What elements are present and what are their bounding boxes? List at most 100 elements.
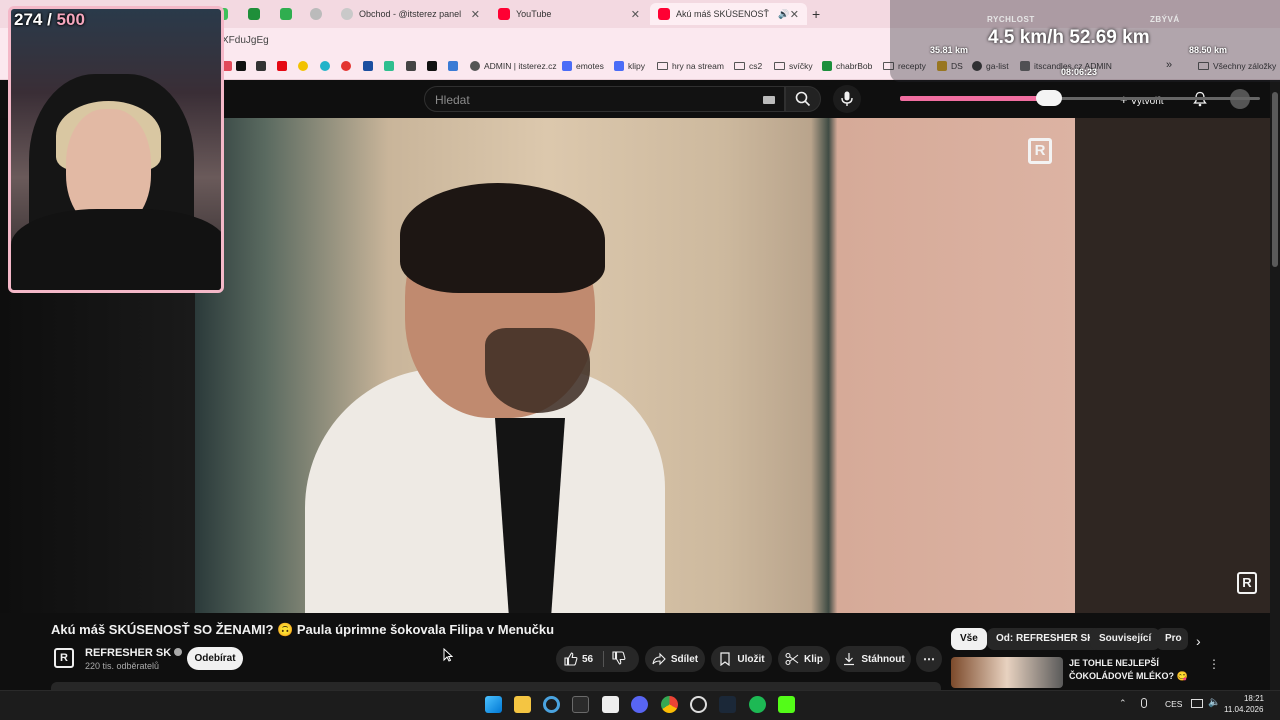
channel-name[interactable]: REFRESHER SK [85,647,183,659]
chip-from-channel[interactable]: Od: REFRESHER SK [987,628,1104,650]
ccleaner-icon[interactable] [543,696,560,713]
chip-related[interactable]: Související [1090,628,1161,650]
search-input[interactable]: Hledat [424,86,785,112]
chevron-right-icon[interactable]: › [1196,633,1201,649]
windows-start-icon[interactable] [485,696,502,713]
kick-icon[interactable] [778,696,795,713]
tray-clock-time[interactable]: 18:21 [1234,694,1264,703]
file-explorer-icon[interactable] [514,696,531,713]
page-scrollbar[interactable] [1270,80,1280,690]
obs-icon[interactable] [690,696,707,713]
voice-search-button[interactable] [833,85,861,113]
download-button[interactable]: Stáhnout [836,646,911,672]
bookmark-klipy[interactable]: klipy [614,61,645,71]
close-icon[interactable]: ✕ [631,8,640,21]
verified-icon [174,648,183,656]
bookmark-emotes[interactable]: emotes [562,61,604,71]
speaker-icon[interactable]: 🔊 [778,9,789,20]
bookmark-icon-only[interactable] [256,61,270,71]
like-button[interactable]: 56 [564,652,593,666]
tray-microphone-icon[interactable] [1141,698,1147,708]
bookmark-favicon [298,61,308,71]
folder-icon [657,62,668,70]
like-dislike-group: 56 [556,646,639,672]
pinned-tab[interactable] [246,3,262,25]
tab-favicon [280,8,292,20]
search-placeholder: Hledat [435,93,470,107]
new-tab-button[interactable]: + [810,3,828,25]
bookmark-label: cs2 [749,61,763,71]
bookmark-folder-svicky[interactable]: svíčky [774,61,813,71]
bookmark-icon-only[interactable] [320,61,334,71]
game-icon[interactable] [602,696,619,713]
pinned-tab[interactable] [278,3,294,25]
bookmark-folder-cs2[interactable]: cs2 [734,61,762,71]
channel-avatar[interactable]: R [54,648,74,668]
bookmark-favicon [320,61,330,71]
bookmark-icon-only[interactable] [427,61,441,71]
bookmark-icon-only[interactable] [341,61,355,71]
recommended-video-title-line1[interactable]: JE TOHLE NEJLEPŠÍ [1069,658,1159,668]
keyboard-icon[interactable] [763,96,775,104]
spotify-icon[interactable] [749,696,766,713]
netflix-icon [277,61,287,71]
bookmark-admin-itsterez[interactable]: ADMIN | itsterez.cz [470,61,557,71]
bookmark-label: chabrBob [836,61,873,71]
video-player[interactable]: R [195,118,1075,613]
channel-name-text: REFRESHER SK [85,647,172,659]
scissors-icon [785,652,799,666]
recommended-video-thumbnail[interactable] [951,657,1063,688]
recommended-video-menu-icon[interactable]: ⋮ [1208,657,1220,671]
x-icon [236,61,246,71]
bookmark-icon-only[interactable] [222,61,236,71]
tray-clock-date[interactable]: 11.04.2026 [1224,705,1263,714]
bookmark-label: svíčky [789,61,813,71]
goal-counter: 274 / 500 [14,10,85,30]
bookmark-favicon [614,61,624,71]
bookmark-favicon [427,61,437,71]
subscribe-button[interactable]: Odebírat [187,647,243,670]
url-text: XFduJgEg [222,35,269,46]
close-icon[interactable]: ✕ [471,8,480,21]
close-icon[interactable]: ✕ [790,8,799,21]
recommended-video-title-line2[interactable]: ČOKOLÁDOVÉ MLÉKO? 😋 [1069,671,1188,682]
dislike-button[interactable] [612,650,626,668]
tab-obchod[interactable]: Obchod - @itsterez panel ✕ [333,3,488,25]
bookmark-icon-only[interactable] [298,61,312,71]
chip-all[interactable]: Vše [951,628,987,650]
tray-network-icon[interactable] [1191,699,1203,708]
bookmark-netflix[interactable] [277,61,291,71]
search-button[interactable] [785,86,821,112]
steam-icon[interactable] [719,696,736,713]
share-button[interactable]: Sdílet [645,646,705,672]
discord-icon[interactable] [631,696,648,713]
progress-marker-icon [1036,90,1062,106]
description-box[interactable] [51,682,941,690]
chrome-icon[interactable] [661,696,678,713]
more-actions-button[interactable]: ⋯ [916,646,942,672]
bookmark-icon-only[interactable] [448,61,462,71]
scrollbar-thumb[interactable] [1272,92,1278,267]
bookmark-icon-only[interactable] [384,61,398,71]
tab-youtube[interactable]: YouTube ✕ [490,3,648,25]
tray-overflow-icon[interactable]: ⌃ [1119,698,1127,709]
bookmark-icon-only[interactable] [406,61,420,71]
save-button[interactable]: Uložit [711,646,772,672]
bookmark-favicon [341,61,351,71]
bookmark-chabrbob[interactable]: chabrBob [822,61,872,71]
app-icon[interactable] [572,696,589,713]
clip-button[interactable]: Klip [778,646,830,672]
tray-language[interactable]: CES [1165,699,1182,709]
like-count: 56 [582,653,594,665]
chip-for-you[interactable]: Pro [1156,628,1188,650]
save-label: Uložit [737,653,765,665]
tray-volume-icon[interactable]: 🔈 [1208,697,1220,708]
counter-goal: 500 [56,10,85,29]
tab-current-video[interactable]: Akú máš SKÚSENOSŤ SO ŽENAMI? 🔊 ✕ [650,3,807,25]
channel-branding-icon[interactable]: R [1237,572,1257,594]
bookmark-folder-hry[interactable]: hry na stream [657,61,724,71]
bookmark-paypal[interactable] [363,61,377,71]
bookmark-x[interactable] [236,61,250,71]
pinned-tab[interactable] [308,3,324,25]
video-person-hair [400,183,605,293]
